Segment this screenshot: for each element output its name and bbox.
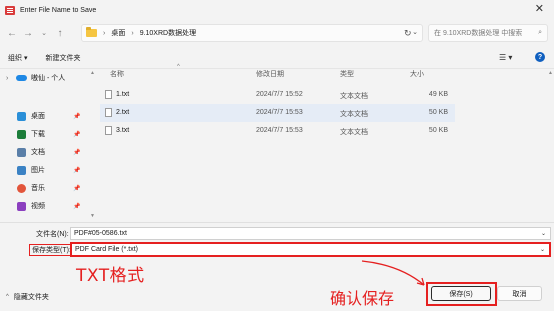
back-arrow-icon[interactable]: ←	[4, 25, 20, 41]
sidebar-item-label: 音乐	[31, 185, 45, 192]
hide-folders-label: 隐藏文件夹	[13, 294, 49, 301]
sidebar-item-music[interactable]: 音乐 📌	[0, 179, 90, 197]
chevron-down-icon[interactable]: ⌄	[541, 230, 546, 237]
file-size: 50 KB	[428, 109, 448, 116]
pin-icon: 📌	[73, 185, 81, 192]
text-file-icon	[105, 126, 112, 135]
scroll-down-icon[interactable]: ▼	[90, 213, 95, 219]
help-icon[interactable]: ?	[535, 52, 545, 62]
sidebar-item-pictures[interactable]: 图片 📌	[0, 161, 90, 179]
annotation-confirm-save: 确认保存	[330, 289, 395, 308]
download-icon	[17, 129, 26, 139]
file-row[interactable]: 1.txt 2024/7/7 15:52 文本文档 49 KB	[100, 86, 455, 104]
file-name: 2.txt	[116, 109, 130, 116]
folder-icon	[86, 27, 97, 37]
close-icon[interactable]: ✕	[535, 3, 544, 15]
scroll-up-icon[interactable]: ▲	[90, 70, 95, 76]
column-header-date[interactable]: 修改日期	[256, 69, 284, 82]
sidebar-item-desktop[interactable]: 桌面 📌	[0, 107, 90, 125]
sidebar-item-documents[interactable]: 文档 📌	[0, 143, 90, 161]
sidebar-item-label: 视频	[31, 203, 45, 210]
file-row-selected[interactable]: 2.txt 2024/7/7 15:53 文本文档 50 KB	[100, 104, 455, 122]
search-icon: ⌕	[538, 29, 542, 36]
command-bar: 组织 ▾ 新建文件夹 ☰ ▾ ?	[0, 47, 554, 69]
save-button[interactable]: 保存(S)	[431, 286, 491, 301]
file-date: 2024/7/7 15:53	[256, 127, 303, 134]
pin-icon: 📌	[73, 167, 81, 174]
filename-value: PDF#05-0586.txt	[74, 230, 127, 237]
picture-icon	[17, 165, 26, 175]
file-name: 3.txt	[116, 127, 130, 134]
forward-arrow-icon[interactable]: →	[20, 25, 36, 41]
save-type-select[interactable]: PDF Card File (*.txt) ⌄	[70, 242, 551, 257]
file-type: 文本文档	[340, 93, 368, 100]
chevron-right-icon[interactable]: ›	[103, 30, 105, 37]
filename-label: 文件名(N):	[36, 231, 69, 238]
sidebar-item-label: 文档	[31, 149, 45, 156]
breadcrumb-folder[interactable]: 9.10XRD数据处理	[140, 28, 196, 38]
save-type-value: PDF Card File (*.txt)	[75, 246, 139, 253]
chevron-up-icon: ^	[6, 294, 9, 300]
text-file-icon	[105, 108, 112, 117]
file-date: 2024/7/7 15:53	[256, 109, 303, 116]
navigation-bar: ← → ⌄ ↑ › 桌面 › 9.10XRD数据处理 ⌄ ↻ 在 9.10XRD…	[0, 20, 554, 46]
annotation-txt-format: TXT格式	[76, 266, 145, 286]
sidebar-item-onedrive[interactable]: › 嗷仙 - 个人	[0, 69, 90, 87]
title-bar: Enter File Name to Save ✕	[0, 0, 554, 20]
text-file-icon	[105, 90, 112, 99]
cancel-button[interactable]: 取消	[497, 286, 542, 301]
pin-icon: 📌	[73, 113, 81, 120]
file-date: 2024/7/7 15:52	[256, 91, 303, 98]
chevron-down-icon[interactable]: ⌄	[540, 246, 545, 253]
file-type: 文本文档	[340, 111, 368, 118]
navigation-pane: › 嗷仙 - 个人 桌面 📌 下载 📌 文档 📌 图片 📌 音乐 📌 视频 📌	[0, 69, 90, 225]
app-icon	[5, 5, 15, 15]
document-icon	[17, 147, 26, 157]
address-dropdown-icon[interactable]: ⌄	[412, 28, 418, 36]
sidebar-item-label: 嗷仙 - 个人	[31, 75, 66, 82]
column-header-type[interactable]: 类型	[340, 69, 354, 82]
pin-icon: 📌	[73, 149, 81, 156]
organize-button[interactable]: 组织 ▾	[8, 53, 27, 63]
pin-icon: 📌	[73, 203, 81, 210]
file-name: 1.txt	[116, 91, 130, 98]
file-size: 50 KB	[428, 127, 448, 134]
hide-folders-toggle[interactable]: ^ 隐藏文件夹	[6, 292, 49, 302]
video-icon	[17, 201, 26, 211]
scroll-up-icon[interactable]: ▲	[548, 70, 553, 76]
desktop-icon	[17, 111, 26, 121]
sidebar-item-label: 下载	[31, 131, 45, 138]
sidebar-item-label: 图片	[31, 167, 45, 174]
pin-icon: 📌	[73, 131, 81, 138]
cloud-icon	[16, 75, 27, 81]
chevron-right-icon[interactable]: ›	[131, 30, 133, 37]
up-arrow-icon[interactable]: ↑	[52, 25, 68, 41]
breadcrumb-desktop[interactable]: 桌面	[111, 28, 125, 38]
sort-ascending-icon: ^	[177, 64, 180, 70]
sidebar-item-label: 桌面	[31, 113, 45, 120]
column-header-size[interactable]: 大小	[410, 69, 424, 82]
file-list: 1.txt 2024/7/7 15:52 文本文档 49 KB 2.txt 20…	[100, 86, 455, 140]
view-options-icon[interactable]: ☰ ▾	[499, 53, 512, 62]
filename-field[interactable]: PDF#05-0586.txt ⌄	[70, 227, 551, 240]
new-folder-button[interactable]: 新建文件夹	[45, 53, 80, 63]
sidebar-item-downloads[interactable]: 下载 📌	[0, 125, 90, 143]
address-bar[interactable]: › 桌面 › 9.10XRD数据处理 ⌄	[81, 24, 423, 42]
history-chevron-icon[interactable]: ⌄	[36, 25, 52, 41]
save-type-label: 保存类型(T):	[29, 244, 74, 256]
file-row[interactable]: 3.txt 2024/7/7 15:53 文本文档 50 KB	[100, 122, 455, 140]
search-input[interactable]: 在 9.10XRD数据处理 中搜索 ⌕	[428, 24, 548, 42]
column-header-name[interactable]: 名称	[110, 69, 124, 82]
file-size: 49 KB	[428, 91, 448, 98]
window-title: Enter File Name to Save	[20, 6, 97, 14]
search-placeholder: 在 9.10XRD数据处理 中搜索	[434, 30, 523, 37]
refresh-icon[interactable]: ↻	[404, 28, 412, 39]
file-type: 文本文档	[340, 129, 368, 136]
sidebar-item-videos[interactable]: 视频 📌	[0, 197, 90, 215]
music-icon	[17, 183, 26, 193]
chevron-right-icon[interactable]: ›	[6, 75, 8, 82]
